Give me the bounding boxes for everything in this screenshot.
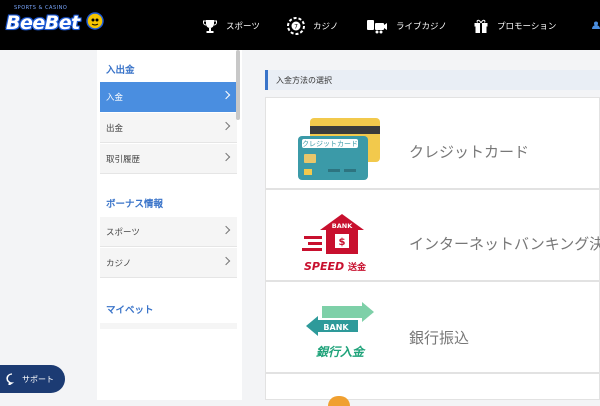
sidebar-item-label: 取引履歴 bbox=[106, 154, 141, 165]
card-caption: クレジットカード bbox=[302, 140, 358, 148]
sidebar-item-bonus-sports[interactable]: スポーツ bbox=[100, 217, 237, 247]
support-label: サポート bbox=[22, 374, 54, 384]
sidebar-item-deposit[interactable]: 入金 bbox=[100, 82, 237, 112]
gift-icon bbox=[474, 19, 488, 33]
chevron-right-icon bbox=[221, 256, 231, 266]
trophy-icon bbox=[203, 20, 217, 33]
coin-icon bbox=[328, 396, 350, 406]
payment-method-label: 銀行振込 bbox=[409, 329, 470, 347]
payment-method-partial[interactable] bbox=[265, 373, 600, 406]
speed-label: SPEED bbox=[304, 260, 344, 273]
payment-method-bank-transfer[interactable]: BANK 銀行入金 銀行振込 bbox=[265, 281, 600, 373]
sidebar-item-withdraw[interactable]: 出金 bbox=[100, 113, 237, 143]
chevron-right-icon bbox=[221, 225, 231, 235]
sidebar-item-label: カジノ bbox=[106, 258, 132, 269]
support-button[interactable]: サポート bbox=[0, 365, 65, 393]
chat-icon bbox=[6, 373, 15, 385]
nav-sports-label: スポーツ bbox=[226, 22, 260, 32]
chevron-right-icon bbox=[221, 90, 231, 100]
sidebar-heading-bonus-info: ボーナス情報 bbox=[106, 199, 164, 210]
sidebar-item-label: スポーツ bbox=[106, 227, 140, 238]
speed-bank-icon: BANK $ SPEED 送金 bbox=[302, 214, 367, 273]
sidebar-scrollbar[interactable] bbox=[236, 50, 240, 120]
nav-casino-label: カジノ bbox=[313, 22, 339, 32]
live-casino-icon bbox=[367, 20, 387, 34]
nav-live-casino-label: ライブカジノ bbox=[396, 22, 447, 32]
casino-chip-icon: 7 bbox=[287, 17, 305, 35]
bank-label: BANK bbox=[332, 222, 353, 230]
logo-text: BeeBet bbox=[6, 12, 80, 34]
payment-method-internet-banking[interactable]: BANK $ SPEED 送金 インターネットバンキング決 bbox=[265, 189, 600, 281]
speed-suffix: 送金 bbox=[347, 261, 367, 273]
bank-transfer-icon: BANK 銀行入金 bbox=[306, 302, 374, 359]
sidebar-item-bonus-casino[interactable]: カジノ bbox=[100, 248, 237, 278]
sidebar-item-label: 入金 bbox=[106, 93, 124, 103]
section-title: 入金方法の選択 bbox=[265, 70, 600, 90]
user-icon[interactable] bbox=[592, 21, 600, 29]
nav-promotion-label: プロモーション bbox=[497, 22, 557, 32]
top-navbar: SPORTS & CASINO BeeBet スポーツ 7 カジノ ライブカジノ… bbox=[0, 0, 600, 50]
sidebar-item-my-bets-partial[interactable] bbox=[100, 323, 237, 329]
credit-card-icon: クレジットカード bbox=[298, 118, 380, 180]
logo-subtitle: SPORTS & CASINO bbox=[14, 5, 68, 11]
payment-method-label: インターネットバンキング決 bbox=[409, 235, 600, 253]
brand-logo[interactable]: SPORTS & CASINO BeeBet bbox=[4, 5, 106, 38]
nav-sports[interactable]: スポーツ bbox=[202, 14, 260, 38]
nav-casino[interactable]: 7 カジノ bbox=[287, 14, 338, 38]
payment-method-label: クレジットカード bbox=[409, 143, 530, 161]
payment-method-credit-card[interactable]: クレジットカード クレジットカード bbox=[265, 97, 600, 189]
account-sidebar: 入出金 入金 出金 取引履歴 ボーナス情報 スポーツ カジノ マイベット bbox=[97, 50, 242, 400]
svg-text:$: $ bbox=[339, 237, 346, 248]
nav-live-casino[interactable]: ライブカジノ bbox=[366, 14, 447, 38]
bee-mascot-icon bbox=[86, 12, 104, 30]
sidebar-heading-deposit-withdraw: 入出金 bbox=[106, 65, 135, 76]
bank-caption: 銀行入金 bbox=[316, 345, 366, 359]
sidebar-item-label: 出金 bbox=[106, 123, 124, 134]
sidebar-item-transaction-history[interactable]: 取引履歴 bbox=[100, 144, 237, 174]
nav-promotion[interactable]: プロモーション bbox=[473, 14, 556, 38]
chevron-right-icon bbox=[221, 152, 231, 162]
sidebar-heading-my-bets: マイベット bbox=[106, 305, 154, 316]
chevron-right-icon bbox=[221, 121, 231, 131]
bank-label: BANK bbox=[323, 323, 349, 332]
svg-text:7: 7 bbox=[294, 24, 298, 31]
